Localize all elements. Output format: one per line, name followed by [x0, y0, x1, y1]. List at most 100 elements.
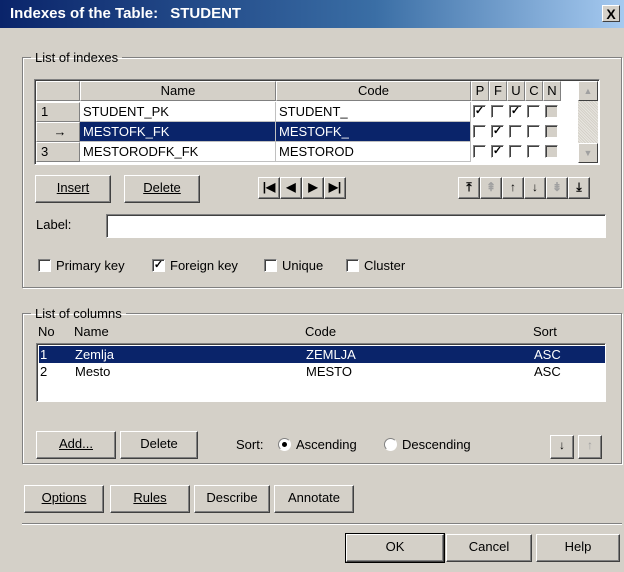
index-flag-u-checkbox[interactable] — [509, 145, 522, 158]
foreign-key-checkbox[interactable]: ✓ Foreign key — [152, 258, 238, 274]
label-input[interactable] — [106, 214, 606, 238]
row-pointer-icon[interactable]: → — [36, 122, 80, 142]
index-code-cell[interactable]: MESTOFK_ — [276, 122, 471, 142]
descending-radio[interactable]: Descending — [384, 437, 471, 453]
index-name-cell[interactable]: MESTOFK_FK — [80, 122, 276, 142]
index-flag-c-checkbox[interactable] — [527, 125, 540, 138]
index-code-cell[interactable]: MESTOROD — [276, 142, 471, 162]
nav-next-button[interactable]: ▶ — [302, 177, 324, 199]
index-code-cell[interactable]: STUDENT_ — [276, 102, 471, 122]
index-flag-p-checkbox[interactable]: ✓ — [473, 105, 486, 118]
column-header-p[interactable]: P — [471, 81, 489, 101]
index-flag-n-checkbox[interactable] — [545, 105, 558, 118]
delete-index-button[interactable]: Delete — [124, 175, 200, 203]
column-code-cell: MESTO — [306, 364, 352, 379]
column-header-c[interactable]: C — [525, 81, 543, 101]
ascending-label: Ascending — [296, 437, 357, 452]
move-top-icon: ⤒ — [466, 180, 472, 194]
primary-key-checkbox[interactable]: Primary key — [38, 258, 125, 274]
ok-button[interactable]: OK — [345, 533, 445, 563]
index-row[interactable]: 3 MESTORODFK_FK MESTOROD ✓ — [36, 142, 577, 162]
rules-button[interactable]: Rules — [110, 485, 190, 513]
descending-radio-dot[interactable] — [384, 438, 397, 451]
column-move-up-button[interactable]: ↑ — [578, 435, 602, 459]
primary-key-box[interactable] — [38, 259, 51, 272]
annotate-label: Annotate — [287, 490, 341, 505]
last-record-icon: ▶| — [328, 180, 342, 194]
add-column-button[interactable]: Add... — [36, 431, 116, 459]
column-header-f[interactable]: F — [489, 81, 507, 101]
cancel-label: Cancel — [468, 539, 510, 554]
move-page-down-button[interactable]: ⇟ — [546, 177, 568, 199]
column-header-u[interactable]: U — [507, 81, 525, 101]
add-column-label: Add... — [59, 436, 93, 451]
move-up-button[interactable]: ↑ — [502, 177, 524, 199]
column-header-col-code: Code — [305, 324, 337, 339]
move-top-button[interactable]: ⤒ — [458, 177, 480, 199]
move-bottom-button[interactable]: ⤓ — [568, 177, 590, 199]
foreign-key-label: Foreign key — [170, 258, 238, 273]
cluster-checkbox[interactable]: Cluster — [346, 258, 405, 274]
index-flag-n-checkbox[interactable] — [545, 125, 558, 138]
index-flag-f-checkbox[interactable]: ✓ — [491, 145, 504, 158]
delete-column-label: Delete — [140, 436, 178, 451]
check-icon: ✓ — [492, 145, 503, 157]
index-row[interactable]: → MESTOFK_FK MESTOFK_ ✓ — [36, 122, 577, 142]
ascending-radio-dot[interactable] — [278, 438, 291, 451]
cluster-box[interactable] — [346, 259, 359, 272]
unique-box[interactable] — [264, 259, 277, 272]
insert-button[interactable]: Insert — [35, 175, 111, 203]
options-label: Options — [41, 490, 87, 505]
index-flag-u-checkbox[interactable]: ✓ — [509, 105, 522, 118]
help-button[interactable]: Help — [536, 534, 620, 562]
nav-last-button[interactable]: ▶| — [324, 177, 346, 199]
first-record-icon: |◀ — [262, 180, 276, 194]
arrow-down-icon: ↓ — [532, 180, 538, 194]
scroll-up-icon[interactable]: ▲ — [578, 81, 598, 101]
window-title-table: STUDENT — [170, 5, 242, 22]
indexes-scrollbar[interactable]: ▲ ▼ — [578, 81, 598, 163]
column-header-name[interactable]: Name — [80, 81, 276, 101]
index-row[interactable]: 1 STUDENT_PK STUDENT_ ✓ ✓ — [36, 102, 577, 122]
scroll-down-icon[interactable]: ▼ — [578, 143, 598, 163]
arrow-down-icon: ↓ — [559, 438, 565, 452]
index-flag-f-checkbox[interactable] — [491, 105, 504, 118]
delete-column-button[interactable]: Delete — [120, 431, 198, 459]
nav-prev-button[interactable]: ◀ — [280, 177, 302, 199]
options-button[interactable]: Options — [24, 485, 104, 513]
describe-button[interactable]: Describe — [194, 485, 270, 513]
check-icon: ✓ — [153, 259, 164, 271]
cancel-button[interactable]: Cancel — [446, 534, 532, 562]
index-flag-c-checkbox[interactable] — [527, 145, 540, 158]
index-flag-u-checkbox[interactable] — [509, 125, 522, 138]
index-flag-c-checkbox[interactable] — [527, 105, 540, 118]
move-page-up-button[interactable]: ⇞ — [480, 177, 502, 199]
index-name-cell[interactable]: MESTORODFK_FK — [80, 142, 276, 162]
column-header-sort: Sort — [533, 324, 557, 339]
column-move-down-button[interactable]: ↓ — [550, 435, 574, 459]
row-header[interactable]: 1 — [36, 102, 80, 122]
index-flag-p-checkbox[interactable] — [473, 145, 486, 158]
column-row[interactable]: 1 Zemlja ZEMLJA ASC — [39, 346, 605, 363]
ascending-radio[interactable]: Ascending — [278, 437, 357, 453]
unique-checkbox[interactable]: Unique — [264, 258, 323, 274]
move-down-button[interactable]: ↓ — [524, 177, 546, 199]
annotate-button[interactable]: Annotate — [274, 485, 354, 513]
columns-list[interactable]: 1 Zemlja ZEMLJA ASC 2 Mesto MESTO ASC — [36, 343, 606, 402]
previous-record-icon: ◀ — [286, 180, 296, 194]
help-label: Help — [564, 539, 592, 554]
index-flag-p-checkbox[interactable] — [473, 125, 486, 138]
row-header[interactable]: 3 — [36, 142, 80, 162]
index-name-cell[interactable]: STUDENT_PK — [80, 102, 276, 122]
index-flag-n-checkbox[interactable] — [545, 145, 558, 158]
nav-first-button[interactable]: |◀ — [258, 177, 280, 199]
column-header-code[interactable]: Code — [276, 81, 471, 101]
foreign-key-box[interactable]: ✓ — [152, 259, 165, 272]
column-header-n[interactable]: N — [543, 81, 561, 101]
bottom-separator — [22, 523, 622, 525]
close-button[interactable]: X — [602, 5, 620, 22]
check-icon: ✓ — [492, 125, 503, 137]
index-flag-f-checkbox[interactable]: ✓ — [491, 125, 504, 138]
indexes-grid[interactable]: Name Code P F U C N 1 STUDENT_PK STUDENT_ ✓… — [34, 79, 600, 165]
column-row[interactable]: 2 Mesto MESTO ASC — [39, 363, 605, 380]
